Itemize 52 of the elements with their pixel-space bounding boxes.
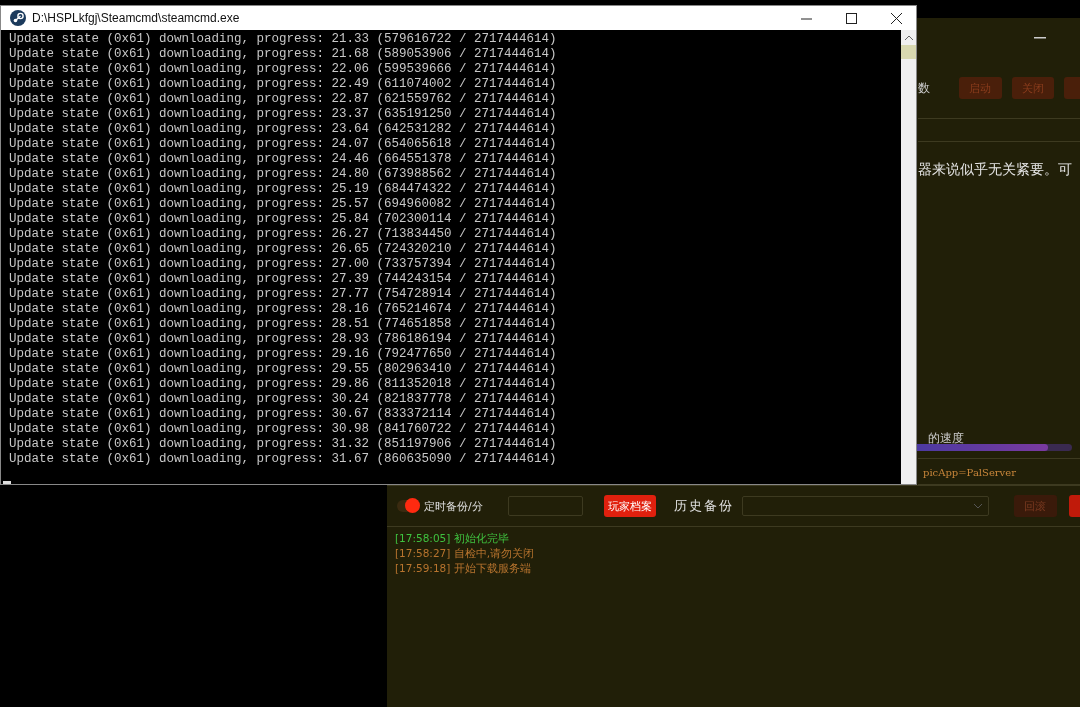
window-title: D:\HSPLkfgj\Steamcmd\steamcmd.exe (32, 11, 240, 25)
history-label: 历史备份 (673, 497, 734, 515)
notice-text: 器来说似乎无关紧要。可 (918, 161, 1073, 179)
console-line: Update state (0x61) downloading, progress: 27.77 (754728914 / 2717444614) (9, 287, 558, 302)
console-line: Update state (0x61) downloading, progress: 28.93 (786186194 / 2717444614) (9, 332, 558, 347)
console-line: Update state (0x61) downloading, progress: 27.00 (733757394 / 2717444614) (9, 257, 558, 272)
interval-field[interactable] (507, 496, 583, 516)
scroll-up-icon[interactable] (904, 35, 913, 40)
maximize-icon[interactable] (846, 12, 857, 24)
console-line: Update state (0x61) downloading, progress: 29.16 (792477650 / 2717444614) (9, 347, 558, 362)
console-line: Update state (0x61) downloading, progress: 28.16 (765214674 / 2717444614) (9, 302, 558, 317)
console-line: Update state (0x61) downloading, progress: 25.84 (702300114 / 2717444614) (9, 212, 558, 227)
console-line: Update state (0x61) downloading, progress: 24.80 (673988562 / 2717444614) (9, 167, 558, 182)
console-line: Update state (0x61) downloading, progress: 26.65 (724320210 / 2717444614) (9, 242, 558, 257)
scrollbar-thumb[interactable] (901, 45, 916, 59)
console-line: Update state (0x61) downloading, progress: 27.39 (744243154 / 2717444614) (9, 272, 558, 287)
console-line: Update state (0x61) downloading, progress: 28.51 (774651858 / 2717444614) (9, 317, 558, 332)
history-select[interactable] (741, 496, 989, 516)
toolbar-button[interactable]: 关闭 (1011, 77, 1055, 99)
label-fragment: 数 (918, 79, 930, 97)
console-line: Update state (0x61) downloading, progress: 21.68 (589053906 / 2717444614) (9, 47, 558, 62)
text-cursor (3, 481, 11, 484)
player-save-button[interactable]: 玩家档案 (603, 495, 656, 517)
console-line: Update state (0x61) downloading, progress: 29.86 (811352018 / 2717444614) (9, 377, 558, 392)
command-text: picApp=PalServer (923, 467, 1017, 478)
steam-logo-icon (10, 10, 26, 26)
minimize-icon[interactable] (1034, 37, 1046, 39)
console-line: Update state (0x61) downloading, progress: 24.07 (654065618 / 2717444614) (9, 137, 558, 152)
console-line: Update state (0x61) downloading, progress: 22.06 (599539666 / 2717444614) (9, 62, 558, 77)
log-line: [17:58:27] 自检中,请勿关闭 (395, 546, 536, 561)
chevron-down-icon (973, 503, 982, 509)
console-line: Update state (0x61) downloading, progress: 30.24 (821837778 / 2717444614) (9, 392, 558, 407)
console-line: Update state (0x61) downloading, progress: 23.37 (635191250 / 2717444614) (9, 107, 558, 122)
console-line: Update state (0x61) downloading, progress: 31.67 (860635090 / 2717444614) (9, 452, 558, 467)
console-line: Update state (0x61) downloading, progress: 31.32 (851197906 / 2717444614) (9, 437, 558, 452)
console-line: Update state (0x61) downloading, progress: 25.19 (684474322 / 2717444614) (9, 182, 558, 197)
console-line: Update state (0x61) downloading, progress: 22.49 (611074002 / 2717444614) (9, 77, 558, 92)
backup-label: 定时备份/分 (424, 498, 483, 514)
log-line: [17:58:05] 初始化完毕 (395, 531, 510, 546)
log-line: [17:59:18] 开始下载服务端 (395, 561, 532, 576)
close-icon[interactable] (891, 12, 902, 24)
console-line: Update state (0x61) downloading, progress: 30.67 (833372114 / 2717444614) (9, 407, 558, 422)
console-line: Update state (0x61) downloading, progress: 26.27 (713834450 / 2717444614) (9, 227, 558, 242)
console-line: Update state (0x61) downloading, progress: 29.55 (802963410 / 2717444614) (9, 362, 558, 377)
console-line: Update state (0x61) downloading, progress: 23.64 (642531282 / 2717444614) (9, 122, 558, 137)
toggle-switch[interactable] (397, 500, 419, 512)
console-line: Update state (0x61) downloading, progress: 22.87 (621559762 / 2717444614) (9, 92, 558, 107)
console-line: Update state (0x61) downloading, progress: 21.33 (579616722 / 2717444614) (9, 32, 558, 47)
console-line: Update state (0x61) downloading, progress: 30.98 (841760722 / 2717444614) (9, 422, 558, 437)
speed-label: 的速度 (928, 432, 965, 444)
console-line: Update state (0x61) downloading, progress: 25.57 (694960082 / 2717444614) (9, 197, 558, 212)
console-line: Update state (0x61) downloading, progress: 24.46 (664551378 / 2717444614) (9, 152, 558, 167)
